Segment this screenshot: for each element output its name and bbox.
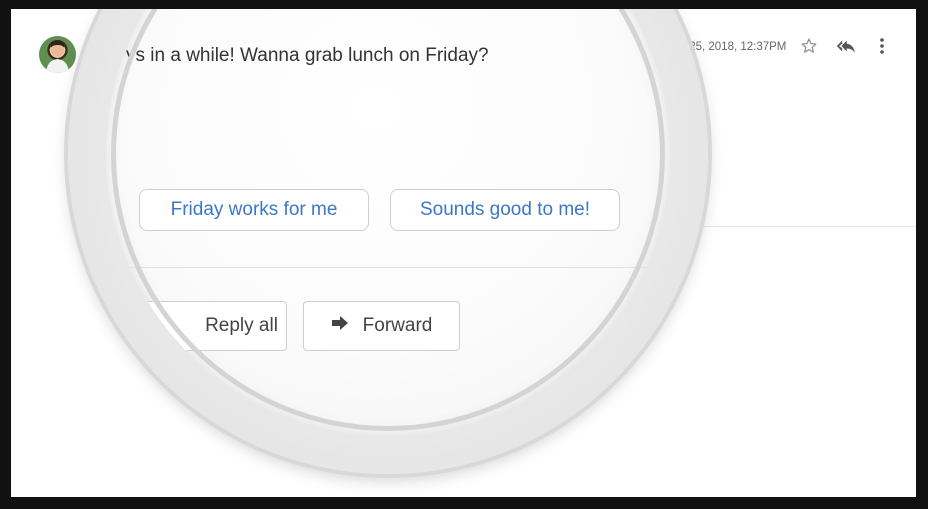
forward-arrow-icon	[331, 315, 349, 337]
reply-all-label: Reply all	[205, 315, 278, 336]
message-body: ys in a while! Wanna grab lunch on Frida…	[126, 45, 489, 66]
forward-button[interactable]: Forward	[303, 301, 460, 351]
reply-all-icon[interactable]	[833, 33, 859, 59]
smart-reply-friday[interactable]: Friday works for me	[139, 189, 369, 231]
forward-label: Forward	[362, 315, 433, 336]
email-view: April 25, 2018, 12:37PM ys in a while! W…	[11, 9, 916, 497]
star-icon[interactable]	[796, 33, 822, 59]
lens-divider	[106, 267, 670, 268]
sender-avatar[interactable]	[39, 36, 76, 73]
smart-reply-sounds-good[interactable]: Sounds good to me!	[390, 189, 620, 231]
reply-all-button[interactable]: Reply all	[136, 301, 287, 351]
more-vert-icon[interactable]	[869, 33, 895, 59]
